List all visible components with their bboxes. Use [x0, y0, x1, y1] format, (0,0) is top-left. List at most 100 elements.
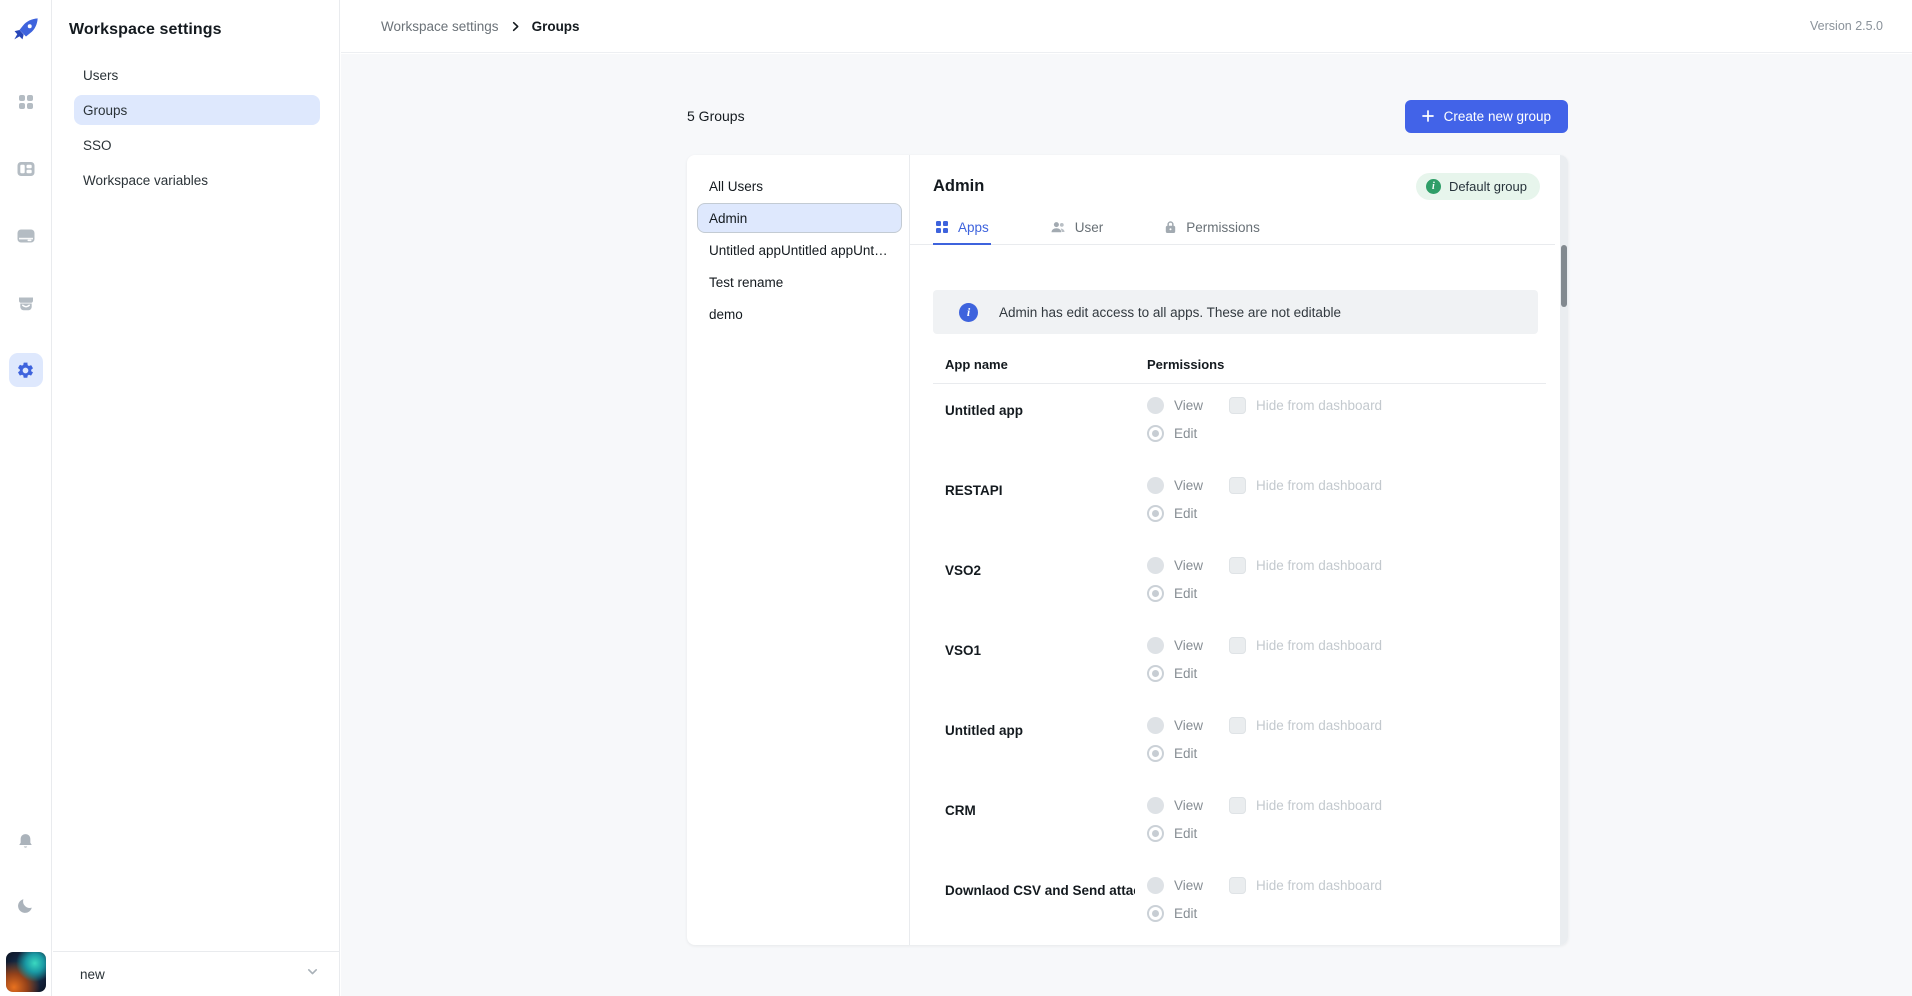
tooljet-logo-icon[interactable]: [11, 15, 41, 45]
hide-from-dashboard-checkbox: [1229, 397, 1246, 414]
tab-permissions[interactable]: Permissions: [1162, 211, 1262, 245]
settings-icon[interactable]: [9, 353, 43, 387]
group-list-item-all-users[interactable]: All Users: [697, 171, 902, 201]
edit-label: Edit: [1174, 506, 1197, 521]
database-icon[interactable]: [9, 219, 43, 253]
tab-user[interactable]: User: [1048, 211, 1106, 245]
edit-option: Edit: [1147, 585, 1197, 602]
scrollbar-thumb[interactable]: [1561, 245, 1567, 307]
view-option: View: [1147, 877, 1203, 894]
edit-label: Edit: [1174, 586, 1197, 601]
group-detail-panel: Admin i Default group Apps User Permission…: [910, 155, 1568, 945]
column-permissions: Permissions: [1147, 357, 1224, 372]
app-name: Downlaod CSV and Send attac...: [945, 883, 1135, 898]
user-avatar[interactable]: [6, 952, 46, 992]
settings-sidebar: Workspace settings Users Groups SSO Workspa…: [53, 0, 340, 996]
sidebar-item-groups[interactable]: Groups: [74, 95, 320, 125]
view-label: View: [1174, 398, 1203, 413]
breadcrumb-current: Groups: [532, 19, 580, 34]
hide-from-dashboard-checkbox: [1229, 477, 1246, 494]
view-label: View: [1174, 718, 1203, 733]
app-permission-row: CRMViewEditHide from dashboard: [933, 784, 1563, 864]
edit-radio: [1147, 505, 1164, 522]
user-icon: [1050, 220, 1066, 234]
group-detail-header: Admin i Default group: [933, 172, 1540, 200]
view-option: View: [1147, 397, 1203, 414]
hide-from-dashboard-option: Hide from dashboard: [1229, 717, 1382, 734]
hide-from-dashboard-checkbox: [1229, 717, 1246, 734]
app-name: VSO1: [945, 643, 1135, 658]
view-option: View: [1147, 557, 1203, 574]
workspace-name: new: [80, 967, 105, 982]
view-radio: [1147, 557, 1164, 574]
hide-from-dashboard-option: Hide from dashboard: [1229, 557, 1382, 574]
edit-option: Edit: [1147, 665, 1197, 682]
marketplace-icon[interactable]: [9, 286, 43, 320]
group-list-item-test-rename[interactable]: Test rename: [697, 267, 902, 297]
hide-from-dashboard-checkbox: [1229, 637, 1246, 654]
edit-option: Edit: [1147, 825, 1197, 842]
hide-from-dashboard-option: Hide from dashboard: [1229, 797, 1382, 814]
app-permission-row: Downlaod CSV and Send attac...ViewEditHi…: [933, 864, 1563, 944]
view-label: View: [1174, 638, 1203, 653]
group-list-item-demo[interactable]: demo: [697, 299, 902, 329]
data-sources-icon[interactable]: [9, 152, 43, 186]
chevron-down-icon: [306, 965, 319, 983]
group-title: Admin: [933, 177, 984, 196]
sidebar-title: Workspace settings: [53, 0, 339, 39]
group-item-label: Admin: [709, 211, 747, 226]
rail-bottom-icons: [6, 824, 46, 996]
app-permission-row: VSO1ViewEditHide from dashboard: [933, 624, 1563, 704]
lock-icon: [1164, 220, 1177, 234]
sidebar-item-label: Workspace variables: [83, 173, 208, 188]
hide-from-dashboard-option: Hide from dashboard: [1229, 397, 1382, 414]
breadcrumb-parent[interactable]: Workspace settings: [381, 19, 499, 34]
view-option: View: [1147, 797, 1203, 814]
view-option: View: [1147, 477, 1203, 494]
group-list-item-untitled-appuntitled-appuntitle[interactable]: Untitled appUntitled appUntitle...: [697, 235, 902, 265]
workspace-settings-page: Workspace settings Users Groups SSO Workspa…: [0, 0, 1912, 996]
tab-label: Apps: [958, 220, 989, 235]
apps-icon[interactable]: [9, 85, 43, 119]
sidebar-item-users[interactable]: Users: [74, 60, 320, 90]
group-detail-tabs: Apps User Permissions: [910, 211, 1555, 245]
edit-option: Edit: [1147, 745, 1197, 762]
sidebar-item-workspace-variables[interactable]: Workspace variables: [74, 165, 320, 195]
tab-apps[interactable]: Apps: [933, 211, 991, 245]
notifications-icon[interactable]: [9, 824, 43, 858]
view-option: View: [1147, 637, 1203, 654]
sidebar-nav: Users Groups SSO Workspace variables: [53, 60, 339, 195]
hide-from-dashboard-checkbox: [1229, 797, 1246, 814]
hide-from-dashboard-label: Hide from dashboard: [1256, 878, 1382, 893]
group-list-item-admin[interactable]: Admin: [697, 203, 902, 233]
info-icon: i: [1426, 179, 1441, 194]
info-banner-text: Admin has edit access to all apps. These…: [999, 305, 1341, 320]
edit-radio: [1147, 665, 1164, 682]
group-list: All Users Admin Untitled appUntitled appUn…: [687, 155, 910, 945]
hide-from-dashboard-label: Hide from dashboard: [1256, 558, 1382, 573]
sidebar-item-sso[interactable]: SSO: [74, 130, 320, 160]
hide-from-dashboard-label: Hide from dashboard: [1256, 798, 1382, 813]
app-name: VSO2: [945, 563, 1135, 578]
app-name: Untitled app: [945, 403, 1135, 418]
group-item-label: All Users: [709, 179, 763, 194]
group-item-label: Untitled appUntitled appUntitle...: [709, 243, 890, 258]
view-radio: [1147, 637, 1164, 654]
edit-option: Edit: [1147, 425, 1197, 442]
create-new-group-label: Create new group: [1444, 109, 1551, 124]
group-item-label: demo: [709, 307, 743, 322]
edit-radio: [1147, 745, 1164, 762]
apps-grid-icon: [935, 220, 949, 234]
app-permission-row: VSO2 View Edit Hide from dashboard: [933, 544, 1563, 624]
app-permission-row: RESTAPIViewEditHide from dashboard: [933, 464, 1563, 544]
group-item-label: Test rename: [709, 275, 783, 290]
view-radio: [1147, 797, 1164, 814]
scrollbar-track[interactable]: [1560, 155, 1568, 945]
hide-from-dashboard-label: Hide from dashboard: [1256, 718, 1382, 733]
default-group-label: Default group: [1449, 179, 1527, 194]
apps-table-body: Untitled appViewEditHide from dashboardR…: [933, 384, 1563, 944]
rail-nav-icons: [9, 85, 43, 387]
dark-mode-icon[interactable]: [9, 888, 43, 922]
workspace-switcher[interactable]: new: [53, 951, 339, 996]
create-new-group-button[interactable]: Create new group: [1405, 100, 1568, 133]
